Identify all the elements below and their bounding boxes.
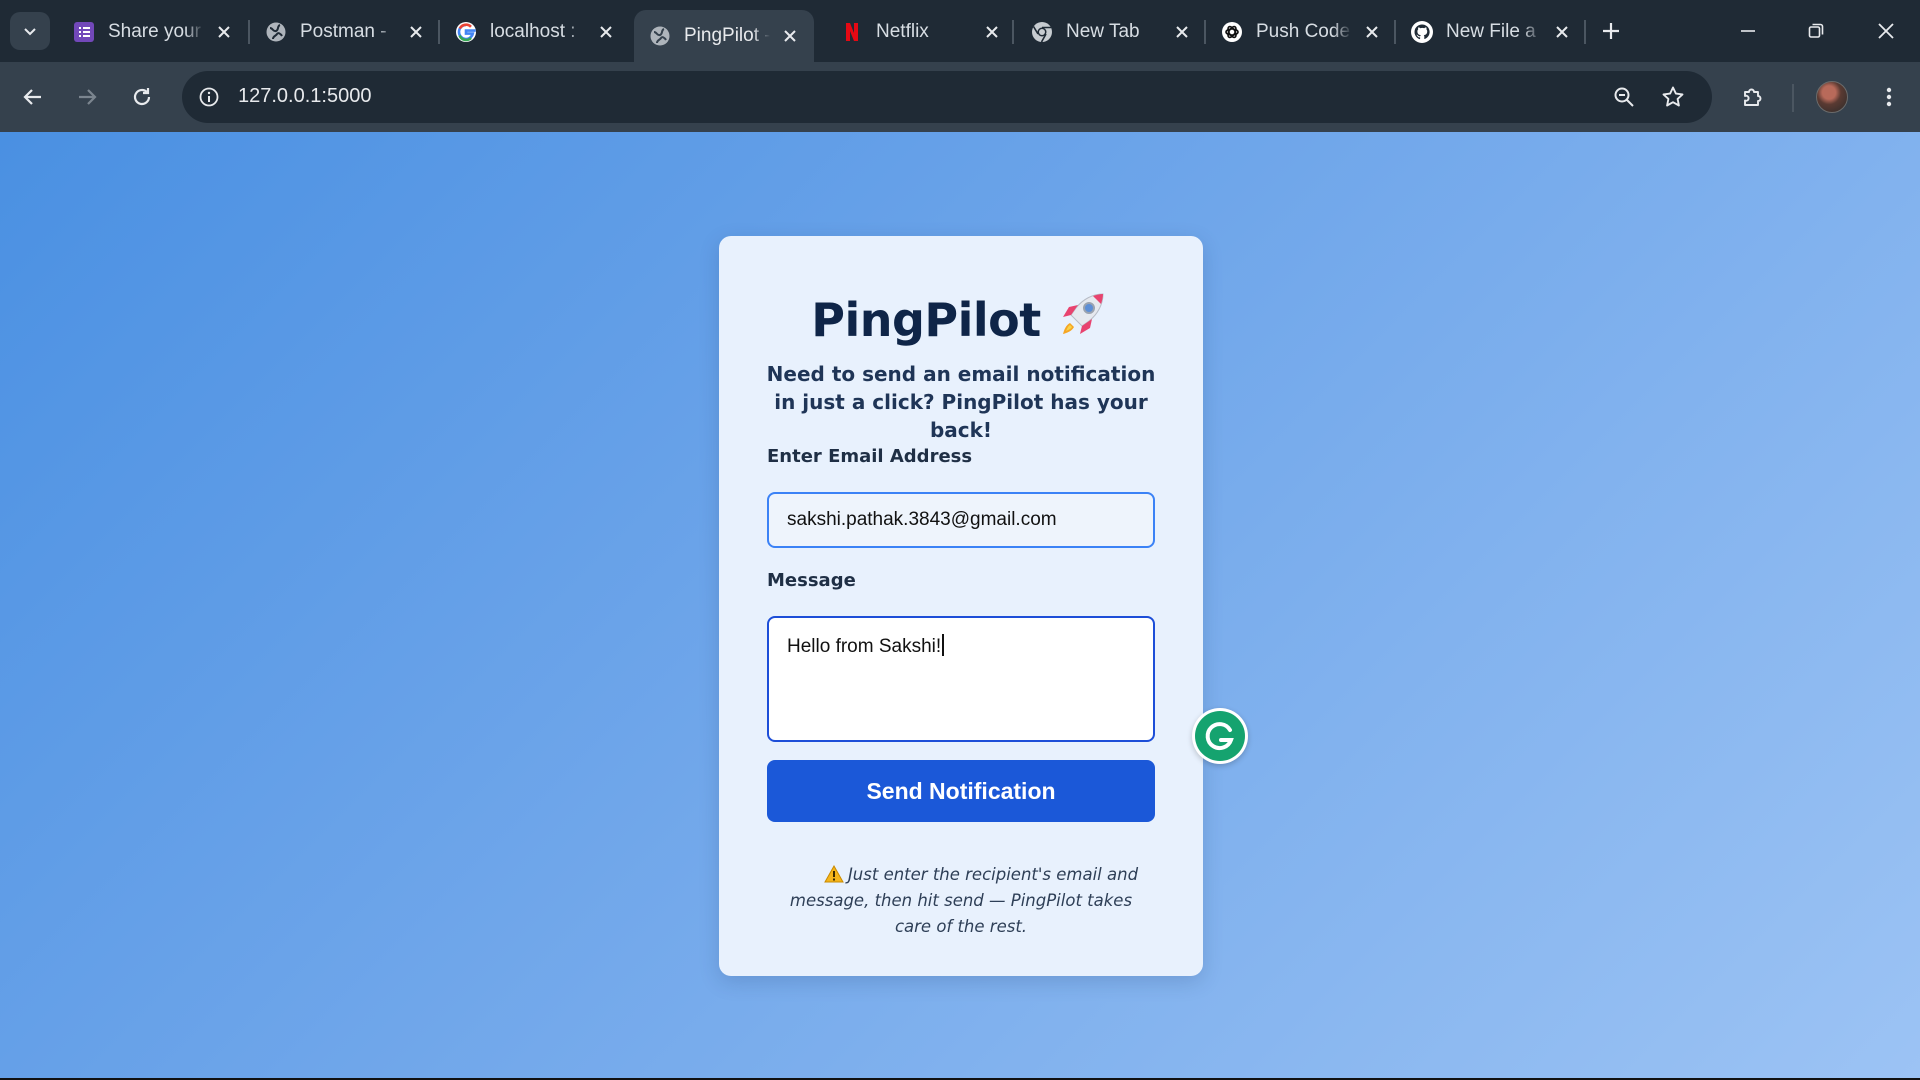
profile-avatar[interactable] (1816, 81, 1848, 113)
extensions-button[interactable] (1733, 77, 1773, 117)
forward-button[interactable] (67, 77, 107, 117)
tab-title: New File a (1446, 21, 1536, 42)
tab-search-button[interactable] (10, 12, 50, 50)
page-title: PingPilot (719, 286, 1203, 347)
google-icon (454, 20, 478, 44)
warning-icon (824, 864, 844, 883)
restore-icon (1808, 23, 1824, 38)
reload-icon (133, 88, 151, 106)
tab-push-code[interactable]: Push Code (1206, 10, 1396, 54)
page-subtitle: Need to send an email notification in ju… (766, 362, 1156, 442)
tab-strip: Share your Postman - localhost : PingPil… (0, 0, 1920, 62)
message-text: Hello from Sakshi! (787, 636, 942, 657)
bookmark-star-icon[interactable] (1656, 80, 1690, 114)
arrow-right-icon (79, 89, 97, 105)
email-label: Enter Email Address (767, 446, 973, 467)
text-caret (942, 634, 945, 656)
tab-new-file[interactable]: New File a (1396, 10, 1586, 54)
chrome-icon (1030, 20, 1054, 44)
url-text[interactable]: 127.0.0.1:5000 (238, 85, 371, 108)
openai-icon (1220, 20, 1244, 44)
restore-button[interactable] (1782, 0, 1850, 62)
tab-pingpilot[interactable]: PingPilot - (634, 10, 814, 62)
netflix-icon (840, 20, 864, 44)
tab-localhost[interactable]: localhost : (440, 10, 630, 54)
grammarly-button[interactable] (1192, 708, 1248, 764)
github-icon (1410, 20, 1434, 44)
minimize-icon (1741, 30, 1755, 32)
tab-title: Share your (108, 21, 201, 42)
send-notification-button[interactable]: Send Notification (767, 760, 1155, 822)
site-info-icon[interactable] (192, 80, 226, 114)
tab-postman[interactable]: Postman - (250, 10, 440, 54)
close-icon[interactable] (980, 20, 1004, 44)
chevron-down-icon (24, 28, 36, 36)
page-viewport: PingPilot Need to send an email notifica… (0, 132, 1920, 1078)
browser-toolbar: 127.0.0.1:5000 (0, 62, 1920, 132)
more-vert-icon (1886, 87, 1892, 107)
tab-title: Postman - (300, 21, 387, 42)
back-button[interactable] (13, 77, 53, 117)
close-window-button[interactable] (1852, 0, 1920, 62)
forms-icon (72, 20, 96, 44)
tab-new-tab[interactable]: New Tab (1016, 10, 1206, 54)
tab-divider (1584, 20, 1586, 44)
globe-icon (648, 24, 672, 48)
message-label: Message (767, 570, 856, 591)
minimize-button[interactable] (1714, 0, 1782, 62)
app-title-text: PingPilot (811, 293, 1041, 347)
menu-button[interactable] (1869, 77, 1909, 117)
globe-icon (264, 20, 288, 44)
reload-button[interactable] (122, 77, 162, 117)
tab-title: Push Code (1256, 21, 1351, 42)
tab-netflix[interactable]: Netflix (826, 10, 1016, 54)
close-icon[interactable] (1550, 20, 1574, 44)
toolbar-divider (1792, 84, 1794, 112)
close-icon[interactable] (594, 20, 618, 44)
close-icon (1878, 23, 1894, 39)
tab-title: PingPilot - (684, 25, 770, 46)
zoom-icon[interactable] (1607, 80, 1641, 114)
close-icon[interactable] (404, 20, 428, 44)
new-tab-button[interactable] (1594, 14, 1628, 48)
close-icon[interactable] (1360, 20, 1384, 44)
tab-title: Netflix (876, 21, 929, 42)
puzzle-icon (1744, 88, 1762, 106)
tab-title: New Tab (1066, 21, 1140, 42)
address-bar[interactable]: 127.0.0.1:5000 (182, 71, 1712, 123)
notification-card: PingPilot Need to send an email notifica… (719, 236, 1203, 976)
email-field[interactable] (767, 492, 1155, 548)
close-icon[interactable] (1170, 20, 1194, 44)
tab-divider (1012, 20, 1014, 44)
help-note: Just enter the recipient's email and mes… (775, 862, 1147, 940)
arrow-left-icon (23, 89, 41, 105)
rocket-icon (1055, 286, 1111, 342)
tab-title: localhost : (490, 21, 576, 42)
close-icon[interactable] (212, 20, 236, 44)
close-icon[interactable] (778, 24, 802, 48)
grammarly-icon (1195, 711, 1245, 761)
message-textarea[interactable]: Hello from Sakshi! (767, 616, 1155, 742)
plus-icon (1603, 23, 1619, 39)
tab-share-your[interactable]: Share your (58, 10, 248, 54)
